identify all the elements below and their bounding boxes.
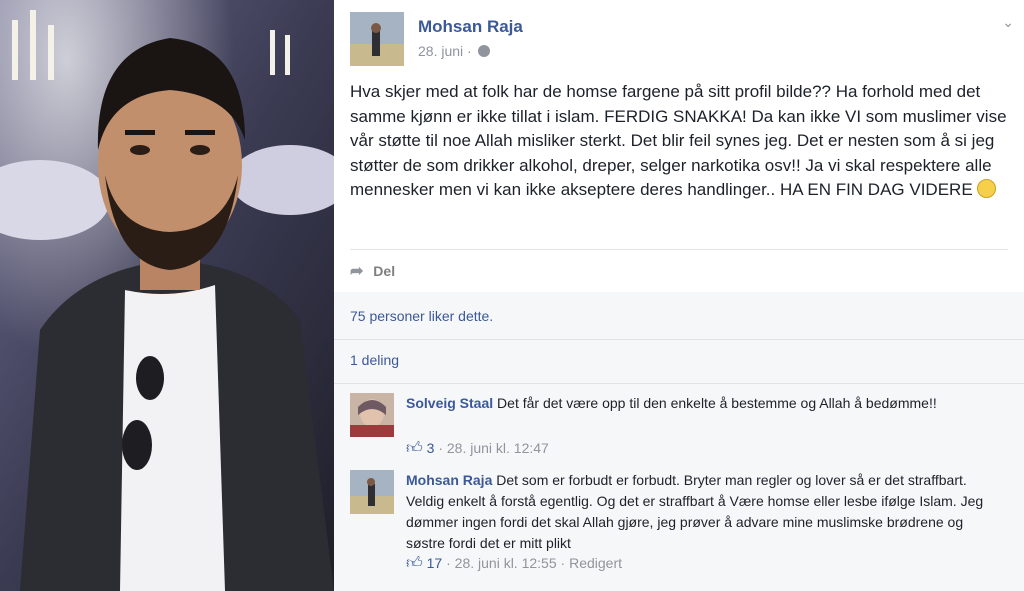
comment-text: Solveig Staal Det får det være opp til d…	[406, 393, 996, 414]
comment-item: Solveig Staal Det får det være opp til d…	[350, 393, 1000, 467]
feedback-divider	[334, 339, 1024, 340]
comment-timestamp[interactable]: 28. juni kl. 12:55	[455, 555, 557, 571]
profile-photo	[0, 0, 334, 591]
comment-text: Mohsan Raja Det som er forbudt er forbud…	[406, 470, 996, 554]
post-author-name[interactable]: Mohsan Raja	[418, 17, 523, 37]
shares-summary[interactable]: 1 deling	[350, 352, 399, 368]
share-arrow-icon: ➦	[350, 263, 364, 280]
share-button[interactable]: ➦ Del	[350, 261, 395, 281]
post-meta: 28. juni ·	[418, 43, 490, 59]
meta-separator: ·	[560, 555, 566, 571]
smiley-emoji-icon	[977, 179, 997, 198]
thumbs-up-icon[interactable]: 👍︎	[406, 554, 423, 573]
commenter-avatar[interactable]	[350, 393, 394, 437]
thumbs-up-icon[interactable]: 👍︎	[406, 439, 423, 458]
profile-photo-illustration	[0, 0, 334, 591]
share-label: Del	[373, 263, 396, 279]
comment-like-count[interactable]: 17	[427, 555, 443, 571]
comment-timestamp[interactable]: 28. juni kl. 12:47	[447, 440, 549, 456]
post-divider	[350, 249, 1008, 250]
post-date[interactable]: 28. juni	[418, 43, 463, 59]
meta-separator: ·	[446, 555, 451, 571]
meta-separator: ·	[467, 43, 472, 59]
commenter-avatar[interactable]	[350, 470, 394, 514]
comment-item: Mohsan Raja Det som er forbudt er forbud…	[350, 470, 1000, 588]
commenter-name[interactable]: Mohsan Raja	[406, 472, 492, 488]
post-text-body: Hva skjer med at folk har de homse farge…	[350, 82, 1007, 199]
globe-icon[interactable]	[477, 45, 490, 57]
author-avatar[interactable]	[350, 12, 404, 66]
edited-label[interactable]: Redigert	[569, 555, 622, 571]
feedback-section: 75 personer liker dette. 1 deling Solvei…	[334, 292, 1024, 591]
post-panel: Mohsan Raja 28. juni · ⌄ Hva skjer med a…	[334, 0, 1024, 591]
comment-like-count[interactable]: 3	[427, 440, 435, 456]
comment-meta: 👍︎ 17 · 28. juni kl. 12:55 · Redigert	[406, 554, 622, 573]
post-text: Hva skjer med at folk har de homse farge…	[350, 80, 1010, 203]
feedback-divider	[334, 383, 1024, 384]
commenter-name[interactable]: Solveig Staal	[406, 395, 493, 411]
comment-meta: 👍︎ 3 · 28. juni kl. 12:47	[406, 439, 549, 458]
meta-separator: ·	[438, 440, 443, 456]
comment-body: Det får det være opp til den enkelte å b…	[497, 395, 937, 411]
likes-summary[interactable]: 75 personer liker dette.	[350, 308, 493, 324]
chevron-down-icon[interactable]: ⌄	[1002, 14, 1014, 31]
comment-body: Det som er forbudt er forbudt. Bryter ma…	[406, 472, 984, 551]
